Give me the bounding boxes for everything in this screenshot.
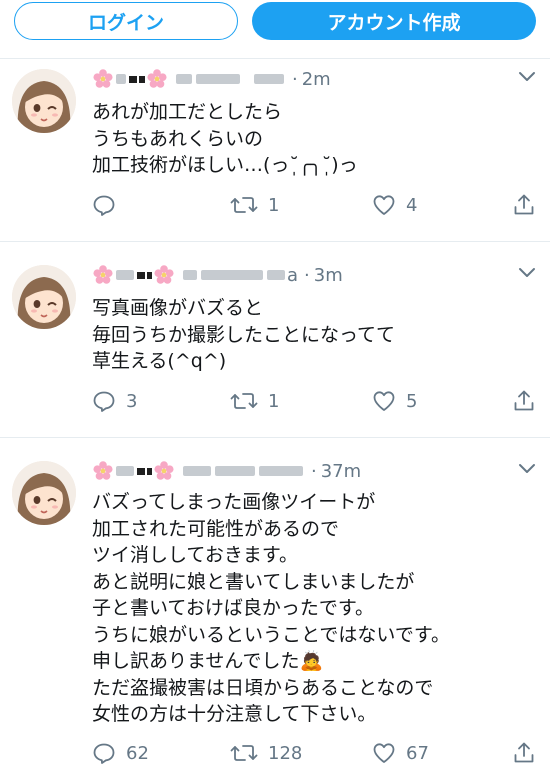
flower-icon: [146, 68, 168, 90]
separator-dot: ·: [304, 264, 310, 286]
retweet-icon: [230, 389, 258, 413]
retweet-button[interactable]: 128: [230, 741, 302, 765]
flower-icon: [92, 264, 114, 286]
flower-icon: [92, 68, 114, 90]
like-icon: [372, 389, 396, 413]
share-button[interactable]: [512, 389, 536, 413]
reply-button[interactable]: [92, 193, 126, 217]
tweet-actions: 62 128 67: [92, 741, 542, 771]
share-icon: [512, 193, 536, 217]
avatar[interactable]: [12, 265, 76, 329]
tweet-actions: 3 1 5: [92, 389, 542, 419]
like-button[interactable]: 67: [372, 741, 429, 765]
like-count: 4: [406, 194, 418, 216]
like-icon: [372, 741, 396, 765]
retweet-icon: [230, 193, 258, 217]
reply-count: 62: [126, 742, 149, 764]
create-account-button[interactable]: アカウント作成: [252, 2, 536, 40]
retweet-count: 1: [268, 194, 280, 216]
like-button[interactable]: 5: [372, 389, 417, 413]
chevron-down-icon[interactable]: [518, 267, 536, 279]
tweet-text: あれが加工だとしたら うちもあれくらいの 加工技術がほしい…(っ˘̩╭╮˘̩)っ: [92, 101, 358, 176]
redacted-name: [116, 270, 134, 280]
separator-dot: ·: [292, 68, 298, 90]
tweet-time[interactable]: 3m: [314, 265, 343, 286]
tweet-header: a · 3m: [92, 261, 343, 289]
redacted-name: [137, 467, 145, 475]
retweet-count: 1: [268, 390, 280, 412]
reply-button[interactable]: 62: [92, 741, 149, 765]
tweet[interactable]: · 2m あれが加工だとしたら うちもあれくらいの 加工技術がほしい…(っ˘̩╭…: [0, 59, 550, 242]
redacted-handle: [259, 466, 303, 476]
flower-icon: [153, 460, 175, 482]
redacted-name: [129, 75, 137, 83]
reply-icon: [92, 741, 116, 765]
retweet-button[interactable]: 1: [230, 389, 279, 413]
redacted-name: [116, 74, 126, 84]
handle-tail: a: [287, 264, 299, 286]
redacted-handle: [176, 74, 192, 84]
reply-icon: [92, 193, 116, 217]
separator-dot: ·: [311, 460, 317, 482]
tweet-text: 写真画像がバズると 毎回うちか撮影したことになってて 草生える(^q^): [92, 297, 396, 372]
chevron-down-icon[interactable]: [518, 71, 536, 83]
retweet-count: 128: [268, 742, 303, 764]
tweet-header: · 2m: [92, 65, 331, 93]
retweet-button[interactable]: 1: [230, 193, 279, 217]
redacted-handle: [215, 466, 255, 476]
tweet[interactable]: a · 3m 写真画像がバズると 毎回うちか撮影したことになってて 草生える(^…: [0, 255, 550, 438]
redacted-name: [147, 467, 152, 475]
like-count: 67: [406, 742, 429, 764]
avatar[interactable]: [12, 461, 76, 525]
reply-button[interactable]: 3: [92, 389, 137, 413]
retweet-icon: [230, 741, 258, 765]
tweet-time[interactable]: 37m: [321, 461, 361, 482]
tweet-text: バズってしまった画像ツイートが 加工された可能性があるので ツイ消ししておきます…: [92, 491, 450, 725]
redacted-handle: [201, 270, 263, 280]
redacted-name: [137, 271, 145, 279]
avatar[interactable]: [12, 69, 76, 133]
redacted-name: [147, 271, 152, 279]
like-button[interactable]: 4: [372, 193, 417, 217]
share-icon: [512, 741, 536, 765]
redacted-handle: [183, 270, 197, 280]
share-button[interactable]: [512, 193, 536, 217]
chevron-down-icon[interactable]: [518, 463, 536, 475]
redacted-handle: [183, 466, 211, 476]
top-bar: ログイン アカウント作成: [0, 0, 550, 59]
redacted-name: [139, 75, 145, 83]
redacted-name: [116, 466, 134, 476]
flower-icon: [153, 264, 175, 286]
redacted-handle: [254, 74, 284, 84]
reply-count: 3: [126, 390, 138, 412]
tweet-header: · 37m: [92, 457, 361, 485]
tweet-time[interactable]: 2m: [302, 69, 331, 90]
share-button[interactable]: [512, 741, 536, 765]
flower-icon: [92, 460, 114, 482]
reply-icon: [92, 389, 116, 413]
redacted-handle: [196, 74, 240, 84]
share-icon: [512, 389, 536, 413]
like-count: 5: [406, 390, 418, 412]
login-button[interactable]: ログイン: [14, 2, 238, 40]
tweet-actions: 1 4: [92, 193, 542, 223]
tweet[interactable]: · 37m バズってしまった画像ツイートが 加工された可能性があるので ツイ消し…: [0, 451, 550, 784]
redacted-handle: [267, 270, 285, 280]
like-icon: [372, 193, 396, 217]
